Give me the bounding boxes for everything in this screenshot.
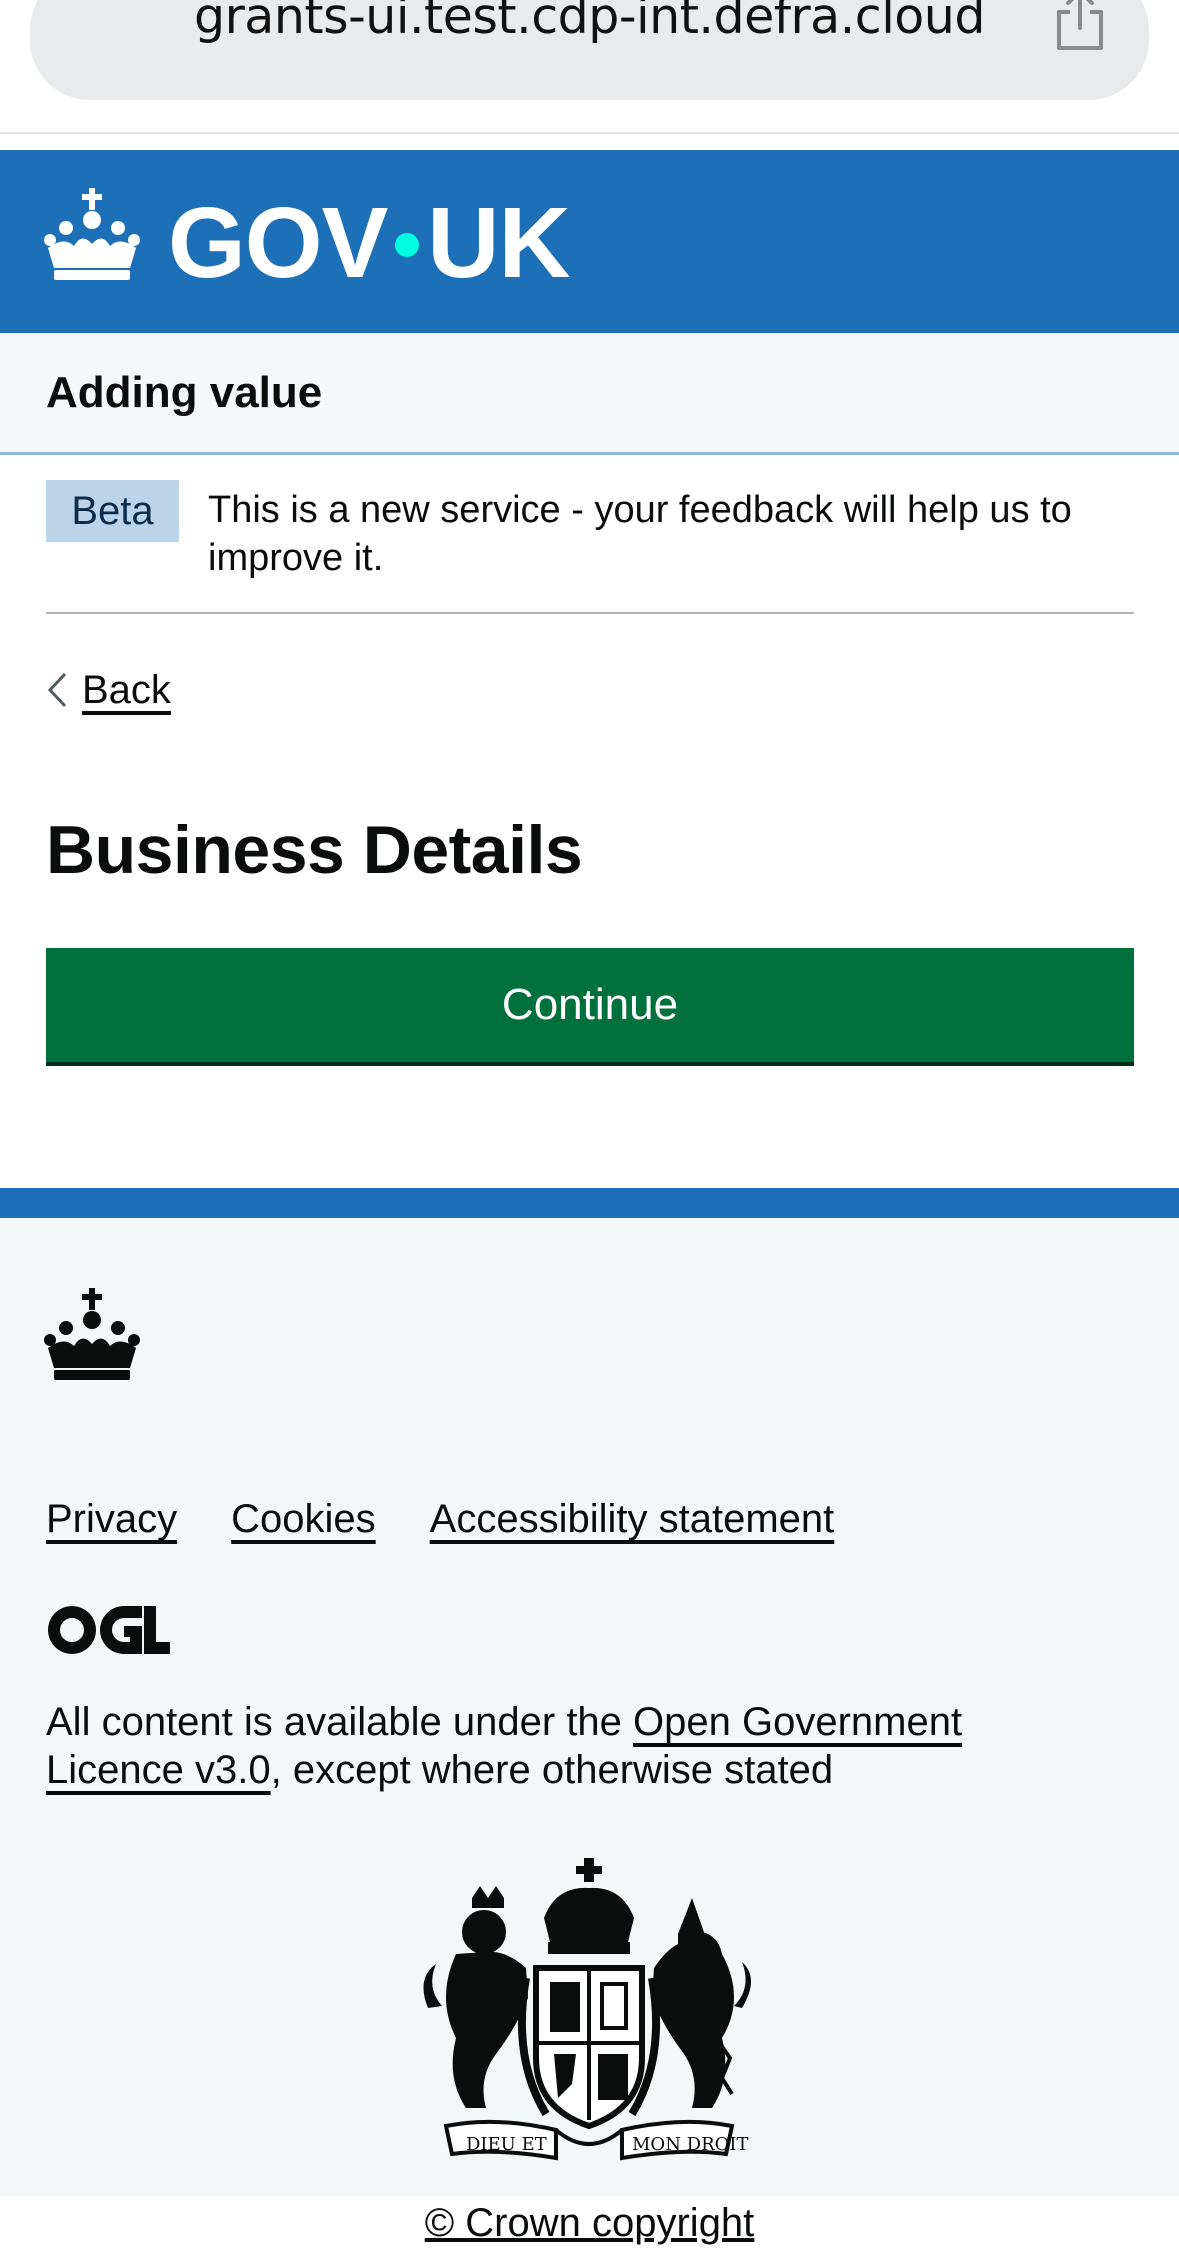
footer-link-privacy[interactable]: Privacy bbox=[46, 1494, 177, 1544]
logotype-gov: GOV bbox=[168, 187, 388, 299]
footer-links: Privacy Cookies Accessibility statement bbox=[46, 1494, 834, 1544]
footer-link-accessibility[interactable]: Accessibility statement bbox=[430, 1494, 835, 1544]
crown-icon[interactable] bbox=[44, 188, 140, 280]
page-title: Business Details bbox=[46, 812, 583, 888]
ogl-logo-icon bbox=[48, 1606, 170, 1654]
url-bar[interactable]: grants-ui.test.cdp-int.defra.cloud bbox=[30, 0, 1149, 100]
share-icon[interactable] bbox=[1051, 0, 1109, 52]
url-text[interactable]: grants-ui.test.cdp-int.defra.cloud bbox=[30, 0, 1149, 50]
crown-icon bbox=[44, 1288, 140, 1380]
licence-prefix: All content is available under the bbox=[46, 1700, 634, 1744]
phase-banner-text: This is a new service - your feedback wi… bbox=[208, 489, 1072, 579]
logotype-uk: UK bbox=[427, 187, 570, 299]
svg-text:DIEU ET: DIEU ET bbox=[466, 2134, 547, 2155]
phase-banner: Beta This is a new service - your feedba… bbox=[46, 458, 1134, 614]
chevron-left-icon bbox=[47, 672, 67, 708]
footer: Privacy Cookies Accessibility statement … bbox=[0, 1188, 1179, 2245]
service-name[interactable]: Adding value bbox=[46, 365, 322, 421]
licence-suffix: , except where otherwise stated bbox=[270, 1748, 834, 1792]
licence-text: All content is available under the Open … bbox=[46, 1698, 1046, 1794]
back-link[interactable]: Back bbox=[46, 660, 171, 720]
footer-link-cookies[interactable]: Cookies bbox=[231, 1494, 376, 1544]
service-navigation: Adding value bbox=[0, 333, 1179, 455]
copyright-link[interactable]: © Crown copyright bbox=[425, 2201, 755, 2245]
logotype-dot bbox=[395, 232, 420, 257]
back-link-label[interactable]: Back bbox=[82, 665, 171, 715]
copyright: © Crown copyright bbox=[0, 2198, 1179, 2248]
govuk-header: GOV UK bbox=[0, 150, 1179, 333]
phase-tag: Beta bbox=[46, 480, 179, 542]
svg-text:MON DROIT: MON DROIT bbox=[632, 2134, 749, 2155]
royal-coat-of-arms-icon[interactable]: DIEU ET MON DROIT bbox=[416, 1858, 762, 2168]
govuk-logotype[interactable]: GOV UK bbox=[168, 187, 571, 299]
browser-address-bar: grants-ui.test.cdp-int.defra.cloud bbox=[0, 0, 1179, 134]
continue-button[interactable]: Continue bbox=[46, 948, 1134, 1062]
